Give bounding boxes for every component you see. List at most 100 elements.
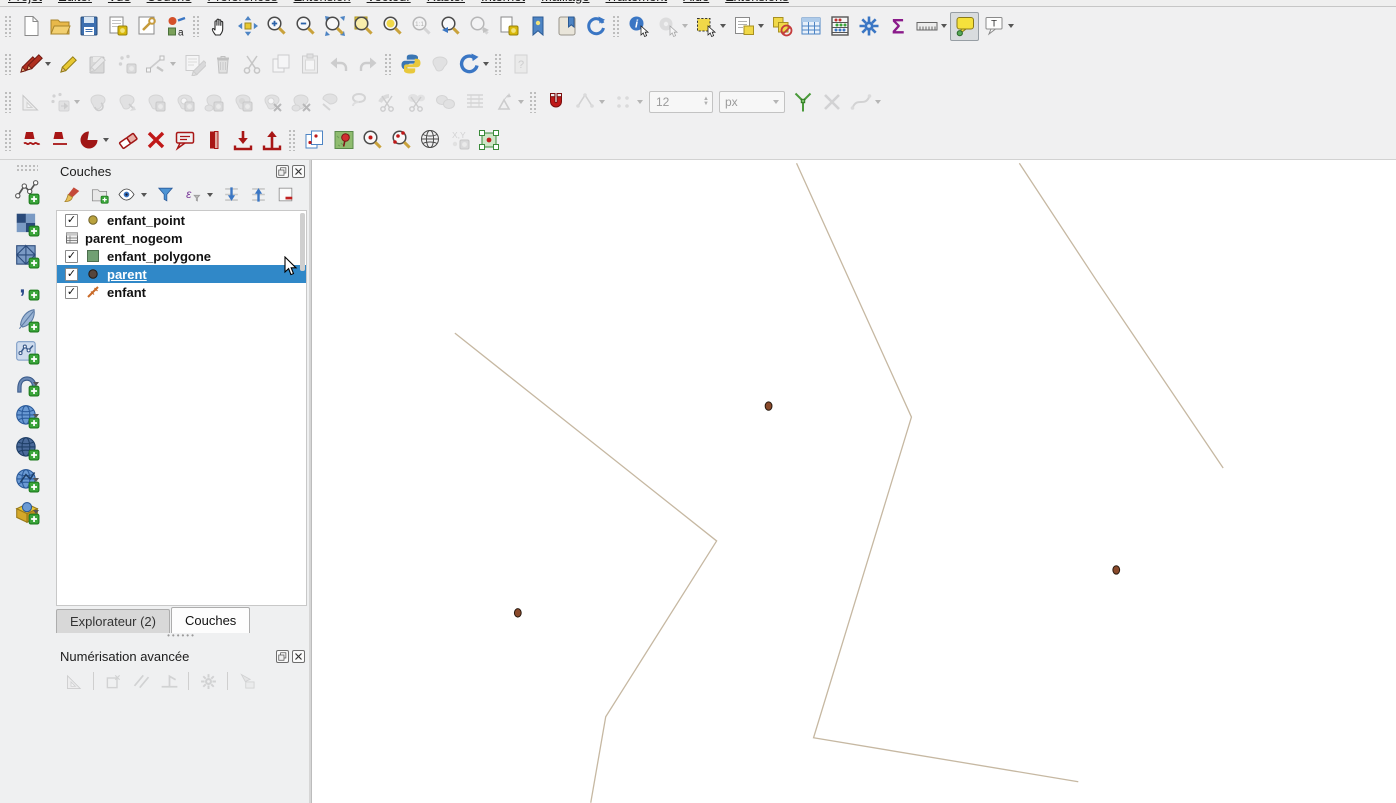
copy-map-features-button[interactable] <box>300 126 329 155</box>
digitizing-settings-button[interactable] <box>196 669 220 693</box>
cad-dock-enable-button[interactable] <box>62 669 86 693</box>
rotate-feature-button[interactable] <box>83 88 112 117</box>
snapping-options-dropdown-arrow[interactable] <box>599 100 605 104</box>
new-print-layout-button[interactable] <box>103 12 132 41</box>
zoom-to-points-button[interactable] <box>387 126 416 155</box>
construction-mode-button[interactable] <box>101 669 125 693</box>
filter-by-expression-button[interactable]: ε <box>180 183 204 207</box>
menu-maillage[interactable]: Maillage <box>533 0 597 4</box>
map-navigation-toolbar-handle[interactable] <box>192 15 200 37</box>
pan-to-selection-button[interactable] <box>233 12 262 41</box>
cad-floater-button[interactable] <box>235 669 259 693</box>
eraser-tool-button[interactable] <box>112 126 141 155</box>
layer-row-enfant[interactable]: ✓enfant <box>57 283 306 301</box>
open-layer-styling-button[interactable] <box>60 183 84 207</box>
refresh-map-button[interactable] <box>581 12 610 41</box>
add-web-layer-button[interactable] <box>10 496 44 528</box>
text-annotation-button[interactable]: T <box>979 12 1008 41</box>
enable-snapping-button[interactable] <box>541 88 570 117</box>
zoom-to-point-button[interactable] <box>358 126 387 155</box>
shape-tool-dropdown-arrow[interactable] <box>103 138 109 142</box>
add-feature-button[interactable] <box>112 50 141 79</box>
offset-curve-button[interactable] <box>344 88 373 117</box>
rotate-point-symbols-dropdown-arrow[interactable] <box>518 100 524 104</box>
current-edits-dropdown-arrow[interactable] <box>45 62 51 66</box>
advanced-digitizing-toolbar-handle[interactable] <box>4 91 12 113</box>
menu-pr-f-rences[interactable]: Préférences <box>199 0 285 4</box>
expand-all-button[interactable] <box>219 183 243 207</box>
undo-button[interactable] <box>324 50 353 79</box>
copy-features-button[interactable] <box>266 50 295 79</box>
menu-extensions[interactable]: Extensions <box>717 0 797 4</box>
add-wcs-layer-button[interactable] <box>10 432 44 464</box>
plugin-reloader-button[interactable] <box>454 50 483 79</box>
vertex-tool-dropdown-arrow[interactable] <box>170 62 176 66</box>
snap-units-select[interactable]: px <box>719 91 785 113</box>
menu-extension[interactable]: Extension <box>286 0 359 4</box>
manage-map-themes-button[interactable] <box>114 183 138 207</box>
scale-feature-button[interactable] <box>112 88 141 117</box>
menu-vue[interactable]: Vue <box>100 0 139 4</box>
marker-underline-button[interactable] <box>45 126 74 155</box>
menu-projet[interactable]: Projet <box>0 0 50 4</box>
vertex-tool-button[interactable] <box>141 50 170 79</box>
zoom-to-selection-button[interactable] <box>349 12 378 41</box>
snapping-toolbar-handle[interactable] <box>529 91 537 113</box>
style-manager-button[interactable]: a <box>161 12 190 41</box>
add-ring-button[interactable] <box>170 88 199 117</box>
filter-legend-button[interactable] <box>153 183 177 207</box>
menu-couche[interactable]: Couche <box>139 0 200 4</box>
menu--diter[interactable]: Éditer <box>50 0 100 4</box>
zoom-native-button[interactable]: 1:1 <box>407 12 436 41</box>
parallel-constraint-button[interactable] <box>129 669 153 693</box>
select-by-value-button[interactable] <box>729 12 758 41</box>
new-project-button[interactable] <box>16 12 45 41</box>
split-parts-button[interactable] <box>402 88 431 117</box>
run-feature-action-dropdown-arrow[interactable] <box>682 24 688 28</box>
zoom-in-button[interactable] <box>262 12 291 41</box>
layer-list-scrollbar[interactable] <box>300 213 305 271</box>
add-mesh-layer-button[interactable] <box>10 240 44 272</box>
reshape-features-button[interactable] <box>315 88 344 117</box>
paste-features-button[interactable] <box>295 50 324 79</box>
map-plugin-toolbar-handle[interactable] <box>288 129 296 151</box>
menu-internet[interactable]: Internet <box>473 0 533 4</box>
plugins-toolbar-handle[interactable] <box>384 53 392 75</box>
plugin-help-button[interactable]: ? <box>506 50 535 79</box>
panel-splitter-grip[interactable]: •••••• <box>54 633 309 639</box>
snap-on-intersection-button[interactable] <box>608 88 637 117</box>
layers-panel-float-button[interactable] <box>276 165 289 178</box>
add-delimited-text-layer-button[interactable]: , <box>10 272 44 304</box>
add-wms-layer-button[interactable] <box>10 400 44 432</box>
text-annotation-dropdown-arrow[interactable] <box>1008 24 1014 28</box>
current-edits-button[interactable] <box>16 50 45 79</box>
menu-raster[interactable]: Raster <box>419 0 473 4</box>
select-by-value-dropdown-arrow[interactable] <box>758 24 764 28</box>
paste-map-features-button[interactable] <box>329 126 358 155</box>
select-features-dropdown-arrow[interactable] <box>720 24 726 28</box>
manage-layers-toolbar-handle[interactable] <box>16 164 38 172</box>
fill-ring-button[interactable] <box>228 88 257 117</box>
enable-tracing-button[interactable] <box>846 88 875 117</box>
identify-features-button[interactable]: i <box>624 12 653 41</box>
column-tool-button[interactable] <box>199 126 228 155</box>
xy-coordinates-button[interactable]: X,Y <box>445 126 474 155</box>
attributes-toolbar-handle[interactable] <box>612 15 620 37</box>
add-raster-layer-button[interactable] <box>10 208 44 240</box>
add-web-layer-dropdown-arrow[interactable] <box>33 510 39 514</box>
new-bookmark-button[interactable] <box>494 12 523 41</box>
measure-button[interactable] <box>912 12 941 41</box>
delete-part-button[interactable] <box>286 88 315 117</box>
move-feature-button[interactable] <box>45 88 74 117</box>
tab-explorateur-2[interactable]: Explorateur (2) <box>56 609 170 633</box>
topological-editing-button[interactable] <box>788 88 817 117</box>
bookmark-manager-button[interactable] <box>552 12 581 41</box>
rotate-point-symbols-button[interactable] <box>489 88 518 117</box>
field-calculator-button[interactable] <box>825 12 854 41</box>
select-features-button[interactable] <box>691 12 720 41</box>
merge-features-button[interactable] <box>431 88 460 117</box>
processing-toolbox-button[interactable] <box>854 12 883 41</box>
save-project-button[interactable] <box>74 12 103 41</box>
digitizing-toolbar-handle[interactable] <box>4 53 12 75</box>
comment-annotation-button[interactable] <box>170 126 199 155</box>
